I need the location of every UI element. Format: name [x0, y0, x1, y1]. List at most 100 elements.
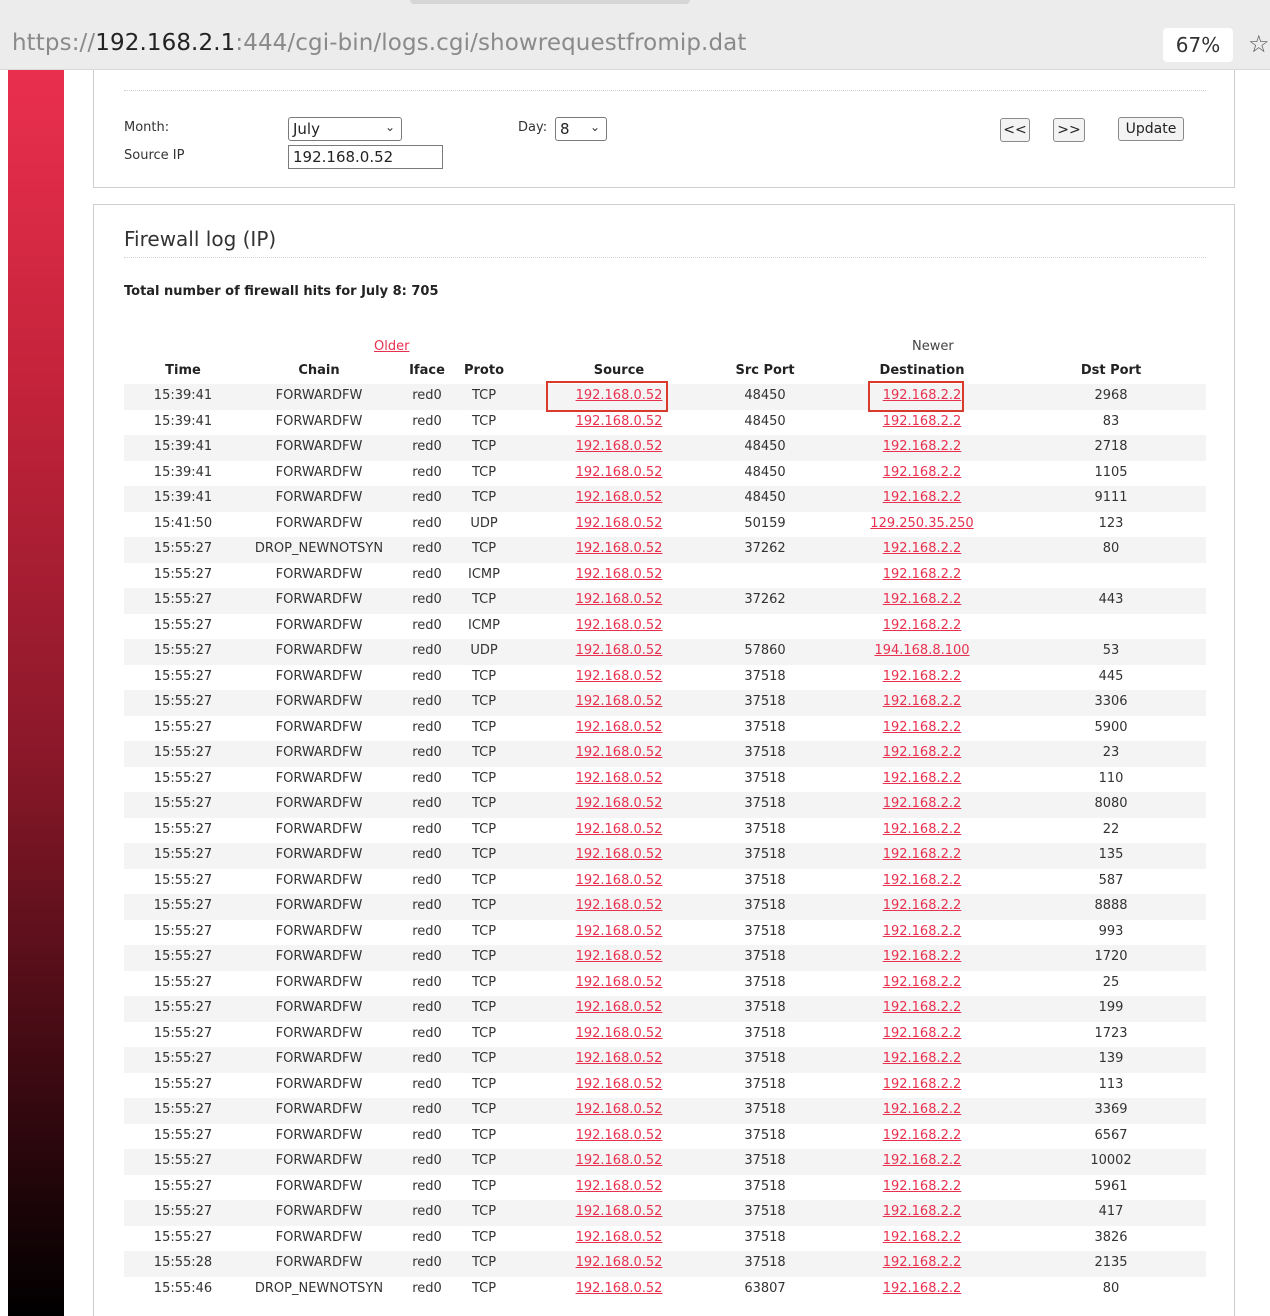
row-source-link[interactable]: 192.168.0.52 — [576, 873, 663, 888]
row-source-link[interactable]: 192.168.0.52 — [576, 949, 663, 964]
row-source-link[interactable]: 192.168.0.52 — [576, 414, 663, 429]
row-chain-cell: FORWARDFW — [275, 566, 363, 582]
row-destination-link[interactable]: 192.168.2.2 — [883, 924, 962, 939]
row-source-link[interactable]: 192.168.0.52 — [576, 898, 663, 913]
row-source-link[interactable]: 192.168.0.52 — [576, 796, 663, 811]
row-destination-link[interactable]: 192.168.2.2 — [883, 592, 962, 607]
row-source-cell: 192.168.0.52 — [564, 873, 674, 888]
row-destination-link[interactable]: 192.168.2.2 — [883, 822, 962, 837]
bookmark-star-icon[interactable]: ☆ — [1248, 30, 1270, 58]
row-iface-cell: red0 — [412, 668, 442, 684]
row-source-link[interactable]: 192.168.0.52 — [576, 592, 663, 607]
row-destination-link[interactable]: 192.168.2.2 — [883, 1026, 962, 1041]
row-proto-cell: TCP — [471, 388, 497, 403]
row-source-link[interactable]: 192.168.0.52 — [576, 1153, 663, 1168]
row-source-link[interactable]: 192.168.0.52 — [576, 1230, 663, 1245]
row-destination-link[interactable]: 192.168.2.2 — [883, 949, 962, 964]
row-destination-link[interactable]: 192.168.2.2 — [883, 745, 962, 760]
zoom-level-button[interactable]: 67% — [1163, 28, 1233, 62]
row-destination-link[interactable]: 192.168.2.2 — [883, 1102, 962, 1117]
row-source-link[interactable]: 192.168.0.52 — [576, 669, 663, 684]
row-source-link[interactable]: 192.168.0.52 — [576, 1255, 663, 1270]
row-source-link[interactable]: 192.168.0.52 — [576, 1179, 663, 1194]
row-source-link[interactable]: 192.168.0.52 — [576, 1204, 663, 1219]
row-destination-link[interactable]: 194.168.8.100 — [874, 643, 969, 658]
row-destination-link[interactable]: 192.168.2.2 — [883, 1179, 962, 1194]
row-source-cell: 192.168.0.52 — [564, 898, 674, 913]
row-destination-link[interactable]: 192.168.2.2 — [883, 1204, 962, 1219]
month-select[interactable]: July ⌄ — [288, 117, 402, 141]
row-dst-port-cell: 8080 — [1094, 796, 1128, 811]
row-source-link[interactable]: 192.168.0.52 — [576, 745, 663, 760]
row-source-link[interactable]: 192.168.0.52 — [576, 1077, 663, 1092]
row-source-link[interactable]: 192.168.0.52 — [576, 439, 663, 454]
row-destination-link[interactable]: 192.168.2.2 — [883, 618, 962, 633]
day-select[interactable]: 8 ⌄ — [555, 117, 607, 141]
row-destination-link[interactable]: 192.168.2.2 — [883, 1281, 962, 1296]
row-destination-link[interactable]: 192.168.2.2 — [883, 490, 962, 505]
row-destination-link[interactable]: 192.168.2.2 — [883, 1153, 962, 1168]
row-destination-link[interactable]: 192.168.2.2 — [883, 796, 962, 811]
row-source-link[interactable]: 192.168.0.52 — [576, 1102, 663, 1117]
row-destination-link[interactable]: 192.168.2.2 — [883, 669, 962, 684]
row-destination-cell: 192.168.2.2 — [852, 1077, 992, 1092]
row-source-link[interactable]: 192.168.0.52 — [576, 975, 663, 990]
row-destination-link[interactable]: 192.168.2.2 — [883, 1128, 962, 1143]
row-source-link[interactable]: 192.168.0.52 — [576, 847, 663, 862]
row-proto-cell: TCP — [471, 541, 497, 556]
row-destination-link[interactable]: 192.168.2.2 — [883, 1230, 962, 1245]
row-destination-link[interactable]: 192.168.2.2 — [883, 1000, 962, 1015]
row-destination-link[interactable]: 192.168.2.2 — [883, 975, 962, 990]
row-destination-link[interactable]: 192.168.2.2 — [883, 439, 962, 454]
row-source-link[interactable]: 192.168.0.52 — [576, 1000, 663, 1015]
row-destination-cell: 192.168.2.2 — [852, 796, 992, 811]
row-source-link[interactable]: 192.168.0.52 — [576, 541, 663, 556]
row-destination-link[interactable]: 192.168.2.2 — [883, 414, 962, 429]
row-source-cell: 192.168.0.52 — [564, 516, 674, 531]
row-destination-link[interactable]: 192.168.2.2 — [883, 898, 962, 913]
row-source-link[interactable]: 192.168.0.52 — [576, 694, 663, 709]
url-text[interactable]: https://192.168.2.1:444/cgi-bin/logs.cgi… — [12, 30, 746, 56]
header-dst-port: Dst Port — [1080, 363, 1142, 378]
row-destination-link[interactable]: 192.168.2.2 — [883, 1051, 962, 1066]
row-source-link[interactable]: 192.168.0.52 — [576, 1051, 663, 1066]
row-time-cell: 15:55:27 — [153, 643, 213, 658]
row-source-link[interactable]: 192.168.0.52 — [576, 1026, 663, 1041]
row-dst-port-cell: 1105 — [1094, 464, 1128, 480]
row-destination-link[interactable]: 192.168.2.2 — [883, 465, 962, 480]
active-tab-indicator[interactable] — [410, 0, 690, 4]
row-destination-link[interactable]: 192.168.2.2 — [883, 847, 962, 862]
row-source-link[interactable]: 192.168.0.52 — [576, 1281, 663, 1296]
row-destination-link[interactable]: 192.168.2.2 — [883, 567, 962, 582]
row-source-link[interactable]: 192.168.0.52 — [576, 618, 663, 633]
row-src-port-cell: 37518 — [744, 745, 786, 760]
older-link[interactable]: Older — [374, 339, 409, 354]
previous-day-button[interactable]: << — [1000, 118, 1030, 142]
address-bar[interactable]: https://192.168.2.1:444/cgi-bin/logs.cgi… — [0, 20, 1270, 70]
row-destination-link[interactable]: 192.168.2.2 — [883, 771, 962, 786]
row-chain-cell: FORWARDFW — [275, 643, 363, 658]
row-source-link[interactable]: 192.168.0.52 — [576, 771, 663, 786]
row-source-link[interactable]: 192.168.0.52 — [576, 643, 663, 658]
row-destination-link[interactable]: 192.168.2.2 — [883, 694, 962, 709]
row-source-link[interactable]: 192.168.0.52 — [576, 567, 663, 582]
row-time-cell: 15:39:41 — [153, 464, 213, 480]
row-source-link[interactable]: 192.168.0.52 — [576, 924, 663, 939]
source-ip-input[interactable]: 192.168.0.52 — [288, 145, 443, 169]
row-source-link[interactable]: 192.168.0.52 — [576, 720, 663, 735]
row-destination-link[interactable]: 192.168.2.2 — [883, 873, 962, 888]
row-destination-link[interactable]: 129.250.35.250 — [870, 516, 973, 531]
row-destination-link[interactable]: 192.168.2.2 — [883, 1077, 962, 1092]
row-source-link[interactable]: 192.168.0.52 — [576, 465, 663, 480]
row-source-link[interactable]: 192.168.0.52 — [576, 1128, 663, 1143]
row-source-link[interactable]: 192.168.0.52 — [576, 822, 663, 837]
row-destination-link[interactable]: 192.168.2.2 — [883, 1255, 962, 1270]
next-day-button[interactable]: >> — [1053, 118, 1085, 142]
header-proto: Proto — [463, 363, 504, 378]
update-button[interactable]: Update — [1118, 117, 1184, 141]
row-source-link[interactable]: 192.168.0.52 — [576, 490, 663, 505]
row-chain-cell: FORWARDFW — [275, 821, 363, 837]
row-destination-link[interactable]: 192.168.2.2 — [883, 541, 962, 556]
row-destination-link[interactable]: 192.168.2.2 — [883, 720, 962, 735]
row-source-link[interactable]: 192.168.0.52 — [576, 516, 663, 531]
